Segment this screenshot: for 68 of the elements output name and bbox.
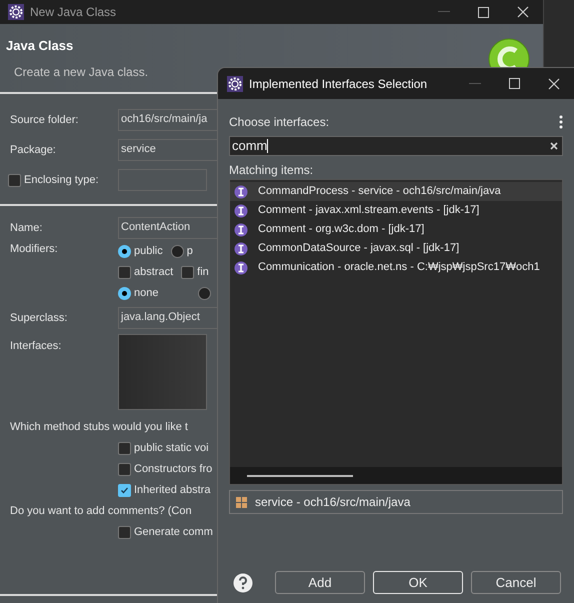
eclipse-icon (8, 4, 24, 20)
text-field[interactable]: ContentAction (118, 217, 217, 239)
checkbox-label: Constructors fro (134, 462, 212, 478)
more-icon[interactable] (559, 115, 563, 129)
search-field[interactable]: comm (229, 136, 563, 156)
list-item[interactable]: Comment - javax.xml.stream.events - [jdk-17] (230, 201, 562, 220)
check-icon (120, 486, 129, 495)
field-label: Modifiers: (10, 242, 58, 257)
radio-label: public (134, 244, 163, 260)
maximize-icon[interactable] (478, 6, 489, 18)
radio-label: p (186, 244, 193, 260)
checkbox-label: Generate comm (134, 525, 213, 540)
checkbox-label: Enclosing type: (24, 172, 99, 188)
page-description: Create a new Java class. (14, 64, 148, 80)
checkbox-label: public static voi (134, 441, 209, 456)
prompt-label: Choose interfaces: (229, 114, 330, 131)
list-item[interactable]: Communication - oracle.net.ns - C:₩jsp₩jspSrc17₩och1 (230, 258, 562, 277)
results-list[interactable] (229, 179, 563, 485)
checkbox-label: abstract (134, 265, 174, 280)
checkbox[interactable] (181, 266, 194, 279)
checkbox-label: Inherited abstra (134, 483, 210, 498)
field-label: Superclass: (10, 310, 68, 326)
dialog-button[interactable]: OK (373, 571, 463, 594)
list-item[interactable]: CommandProcess - service - och16/src/main/java (230, 182, 562, 201)
radio-button[interactable] (170, 245, 184, 258)
interface-icon (234, 260, 248, 274)
close-icon[interactable] (517, 6, 529, 18)
maximize-icon[interactable] (509, 78, 520, 89)
field-label: Name: (10, 220, 42, 236)
close-icon[interactable] (548, 78, 560, 90)
section-label: Matching items: (229, 162, 314, 179)
checkbox[interactable] (118, 526, 131, 539)
dialog-button[interactable]: Cancel (471, 571, 561, 594)
text-field[interactable]: service (118, 139, 217, 161)
checkbox[interactable] (118, 484, 131, 497)
list-item[interactable]: Comment - org.w3c.dom - [jdk-17] (230, 220, 562, 239)
eclipse-icon (227, 76, 243, 92)
interface-icon (234, 242, 248, 256)
checkbox[interactable] (118, 463, 131, 476)
status-field: service - och16/src/main/java (229, 490, 563, 514)
window-title: Implemented Interfaces Selection (249, 76, 428, 92)
page-heading: Java Class (6, 37, 74, 55)
horizontal-scrollbar[interactable] (230, 467, 562, 484)
checkbox[interactable] (118, 442, 131, 455)
field-label: Source folder: (10, 112, 78, 128)
field-label: Package: (10, 142, 56, 158)
radio-label: none (134, 286, 158, 302)
field-label: Interfaces: (10, 339, 62, 354)
text-field[interactable]: java.lang.Object (118, 307, 217, 329)
dialog-button[interactable]: Add (275, 571, 365, 594)
text-field[interactable]: och16/src/main/ja (118, 109, 217, 131)
question-text: Do you want to add comments? (Con (10, 504, 192, 520)
radio-button[interactable] (118, 245, 131, 258)
window-title: New Java Class (30, 4, 116, 21)
interface-icon (234, 184, 248, 198)
interfaces-list[interactable] (118, 334, 207, 410)
interface-icon (234, 204, 248, 218)
package-icon (236, 496, 247, 508)
help-icon[interactable] (233, 572, 253, 592)
checkbox-label: fin (197, 265, 209, 280)
interface-icon (234, 222, 248, 236)
checkbox[interactable] (118, 266, 131, 279)
checkbox[interactable] (8, 174, 21, 186)
radio-button[interactable] (198, 287, 212, 300)
clear-icon[interactable] (550, 142, 558, 150)
list-item[interactable]: CommonDataSource - javax.sql - [jdk-17] (230, 239, 562, 258)
radio-button[interactable] (118, 287, 131, 300)
question-text: Which method stubs would you like t (10, 420, 188, 435)
